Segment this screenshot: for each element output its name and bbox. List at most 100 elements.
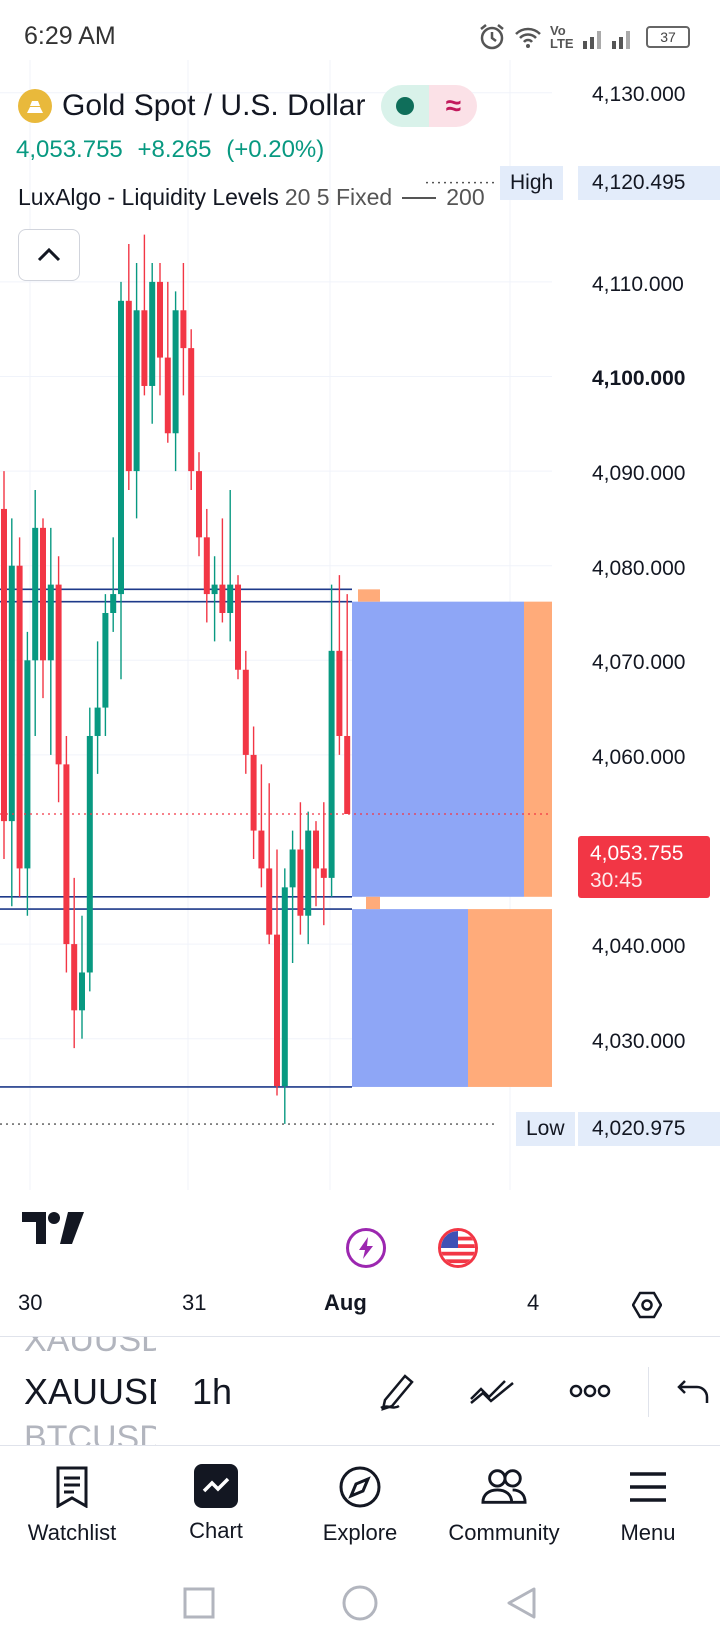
back-nav-icon[interactable] [504,1586,538,1620]
nav-label-menu: Menu [620,1520,676,1545]
high-value-tag: 4,120.495 [578,166,720,200]
candle-body [40,527,46,661]
last-price-value: 4,053.755 [590,842,684,865]
candle-body [8,565,15,822]
wifi-icon [515,27,541,48]
symbol-prev[interactable]: XAUUSD [24,1337,156,1360]
candle-body [86,735,93,973]
candle-body [266,868,273,935]
more-button[interactable] [564,1365,616,1417]
market-status-pill[interactable]: ≈ [381,85,478,127]
candle-body [258,830,265,869]
flash-event-icon[interactable] [346,1228,386,1268]
nav-menu[interactable]: Menu [576,1446,720,1566]
trend-tool-button[interactable] [466,1365,518,1417]
candle-body [281,887,288,1086]
low-tag: Low [516,1112,575,1146]
time-label: 4 [527,1290,540,1315]
candle-body [250,754,257,831]
symbol-selector[interactable]: XAUUSD [24,1371,156,1413]
battery-icon: 37 [646,26,690,48]
market-open-icon [396,97,415,115]
compass-icon [337,1464,383,1510]
price-label: 4,100.000 [592,367,686,390]
zone-marker [366,896,380,910]
candle-body [313,830,319,869]
price-row: 4,053.755 +8.265 (+0.20%) [16,136,332,164]
candle-body [32,527,39,661]
nav-label-watchlist: Watchlist [27,1520,117,1545]
candle-body [94,707,101,736]
indicator-value: 200 [446,184,485,210]
liquidity-zone-orange [468,909,552,1087]
price-change-pct: (+0.20%) [226,136,325,163]
us-flag-icon[interactable] [438,1228,478,1268]
price-label: 4,060.000 [592,746,686,769]
candle-body [1,508,7,822]
system-navigation [0,1566,720,1640]
price-chart[interactable] [0,60,720,1190]
candle-body [16,565,23,869]
collapse-legend-button[interactable] [18,229,80,281]
candle-body [219,584,226,613]
symbol-next[interactable]: BTCUSD [24,1419,156,1445]
candle-body [164,357,171,434]
nav-chart[interactable]: Chart [144,1446,288,1566]
indicator-name[interactable]: LuxAlgo - Liquidity Levels [18,184,279,211]
nav-watchlist[interactable]: Watchlist [0,1446,144,1566]
time-label: 31 [182,1290,207,1315]
zone-marker [358,589,380,602]
signal-icon [583,31,630,49]
symbol-title[interactable]: Gold Spot / U.S. Dollar [62,89,365,123]
time-label: Aug [324,1290,367,1315]
price-label: 4,040.000 [592,935,686,958]
indicator-params: 20 5 Fixed [284,184,393,210]
status-time: 6:29 AM [24,22,116,50]
candle-body [63,764,70,945]
drawing-tool-button[interactable] [372,1365,424,1417]
candle-body [157,281,163,358]
candle-body [305,830,312,916]
undo-button[interactable] [668,1365,720,1417]
candle-body [242,669,249,755]
candle-body [336,650,343,736]
high-tag: High [500,166,564,200]
nav-label-community: Community [448,1520,560,1545]
chart-toolbar: XAUUSD XAUUSD BTCUSD 1h [0,1336,720,1446]
chevron-up-icon [37,247,61,262]
candle-body [149,281,156,386]
settings-icon[interactable] [631,1290,663,1325]
tradingview-logo-icon[interactable] [22,1212,84,1249]
indicator-legend[interactable]: LuxAlgo - Liquidity Levels 20 5 Fixed 20… [18,184,485,211]
symbol-header[interactable]: Gold Spot / U.S. Dollar ≈ [18,84,478,128]
candle-body [110,594,117,613]
nav-label-chart: Chart [189,1518,243,1543]
current-price: 4,053.755 [16,136,123,163]
time-label: 30 [18,1290,43,1315]
nav-community[interactable]: Community [432,1446,576,1566]
candle-body [227,584,234,613]
interval-selector[interactable]: 1h [192,1371,232,1413]
nav-explore[interactable]: Explore [288,1446,432,1566]
liquidity-zone-orange [524,601,552,897]
last-price-tag: 4,053.755 30:45 [578,836,710,898]
candle-body [188,348,195,472]
status-icons: Vo LTE 37 [478,22,690,52]
candle-body [47,584,54,661]
candle-body [133,310,140,472]
tilde-icon: ≈ [429,85,478,127]
circle-nav-icon[interactable] [341,1584,379,1622]
candle-body [180,310,187,349]
square-nav-icon[interactable] [182,1586,216,1620]
candle-body [344,735,351,814]
candle-body [55,584,62,765]
candle-body [328,650,335,878]
bottom-navigation: Watchlist Chart Explore Community Menu [0,1446,720,1566]
price-axis-area [552,60,720,1190]
pencil-icon [380,1374,414,1411]
menu-icon [625,1464,671,1510]
candle-body [235,584,241,670]
candle-body [118,300,124,595]
candle-body [211,584,218,595]
price-label: 4,090.000 [592,462,686,485]
